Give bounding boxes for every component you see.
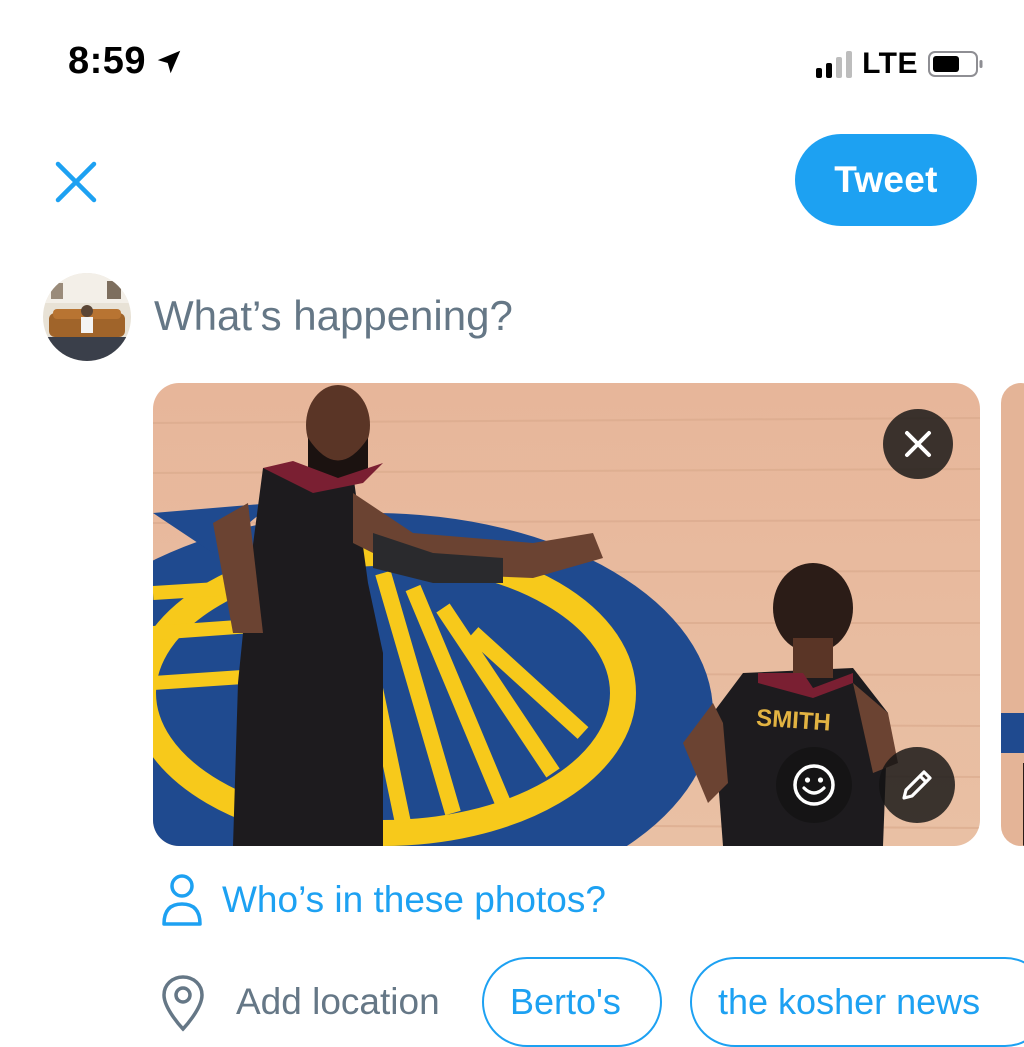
battery-icon bbox=[928, 51, 983, 77]
location-arrow-icon bbox=[157, 50, 181, 73]
person-icon bbox=[162, 874, 202, 926]
sticker-button[interactable] bbox=[776, 747, 852, 823]
status-indicators: LTE bbox=[816, 44, 984, 84]
tweet-button[interactable]: Tweet bbox=[795, 134, 977, 226]
close-icon[interactable] bbox=[54, 160, 98, 204]
signal-strength-icon bbox=[816, 50, 853, 78]
location-suggestion-chip[interactable]: the kosher news bbox=[690, 957, 1024, 1047]
close-icon bbox=[905, 431, 931, 457]
location-suggestion-chip[interactable]: Berto's bbox=[482, 957, 662, 1047]
tag-people-label: Who’s in these photos? bbox=[222, 879, 606, 920]
media-preview[interactable]: SMITH bbox=[153, 383, 980, 846]
next-media-preview[interactable] bbox=[1001, 383, 1024, 846]
smiley-icon bbox=[793, 764, 835, 806]
add-location-label: Add location bbox=[236, 981, 440, 1022]
remove-media-button[interactable] bbox=[883, 409, 953, 479]
network-type: LTE bbox=[862, 47, 918, 80]
tag-people-row[interactable]: Who’s in these photos? bbox=[160, 870, 606, 930]
edit-media-button[interactable] bbox=[879, 747, 955, 823]
status-time-text: 8:59 bbox=[68, 40, 147, 82]
pencil-icon bbox=[902, 770, 932, 800]
location-pin-icon bbox=[162, 975, 204, 1032]
jersey-text: SMITH bbox=[755, 704, 831, 736]
user-avatar[interactable] bbox=[43, 273, 131, 361]
next-photo bbox=[1001, 383, 1024, 846]
status-time: 8:59 bbox=[68, 40, 184, 83]
add-location-row[interactable]: Add location bbox=[160, 955, 440, 1033]
avatar-image bbox=[43, 273, 131, 361]
compose-input-placeholder[interactable]: What’s happening? bbox=[154, 292, 513, 340]
attached-photo: SMITH bbox=[153, 383, 980, 846]
